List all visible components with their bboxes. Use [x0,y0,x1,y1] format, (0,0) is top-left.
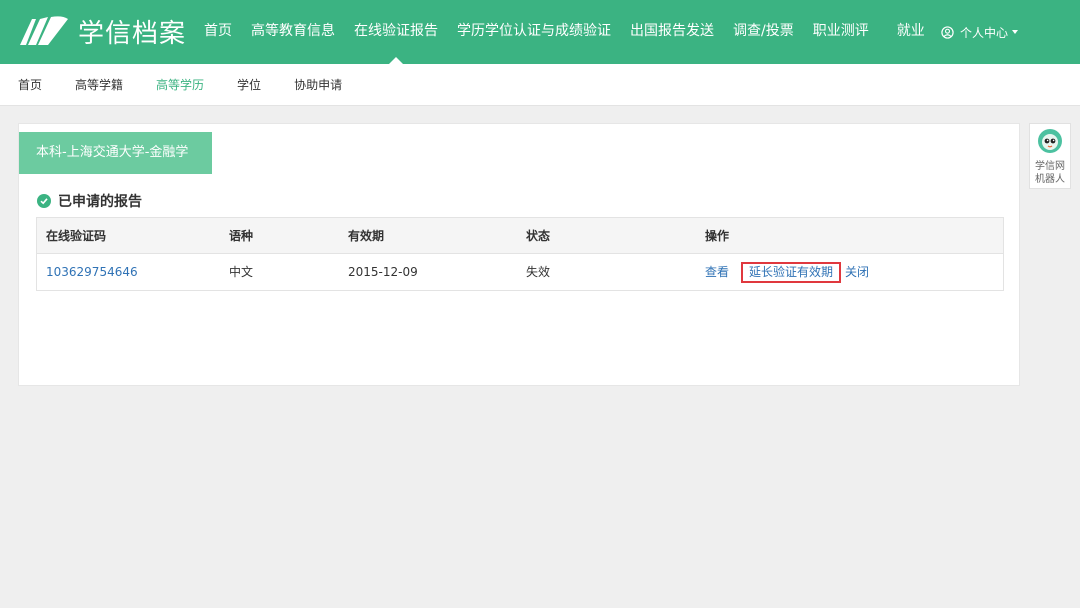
nav-item-survey-vote[interactable]: 调查/投票 [733,0,794,64]
language-cell: 中文 [229,265,254,279]
table-header-row: 在线验证码 语种 有效期 状态 操作 [37,218,1003,254]
user-center-menu[interactable]: 个人中心 [941,0,1019,64]
robot-icon [1038,129,1062,153]
column-header-actions: 操作 [705,229,730,243]
logo-book-icon [20,16,68,45]
section-title-text: 已申请的报告 [58,194,142,210]
verification-code-link[interactable]: 103629754646 [46,254,138,290]
actions-cell: 查看 延长验证有效期 关闭 [705,254,881,290]
report-table: 在线验证码 语种 有效期 状态 操作 103629754646 中文 2015-… [36,217,1004,291]
main-nav: 首页 高等教育信息 在线验证报告 学历学位认证与成绩验证 出国报告发送 调查/投… [204,0,944,64]
nav-item-home[interactable]: 首页 [204,0,232,64]
extend-validity-link[interactable]: 延长验证有效期 [741,261,842,283]
subnav-item-academic-degree[interactable]: 高等学历 [156,76,204,93]
validity-cell: 2015-12-09 [348,265,418,279]
top-navbar: 学信档案 首页 高等教育信息 在线验证报告 学历学位认证与成绩验证 出国报告发送… [0,0,1080,64]
column-header-status: 状态 [526,229,551,243]
chevron-down-icon [1012,30,1019,34]
nav-item-career-assessment[interactable]: 职业测评 [813,0,869,64]
nav-item-degree-certification[interactable]: 学历学位认证与成绩验证 [457,0,611,64]
column-header-code: 在线验证码 [46,229,107,243]
subnav-item-home[interactable]: 首页 [18,76,42,93]
subnav-item-degree[interactable]: 学位 [237,76,261,93]
site-logo[interactable]: 学信档案 [18,14,187,49]
section-title: 已申请的报告 [37,191,142,211]
user-center-label: 个人中心 [960,25,1009,40]
subnav-item-student-status[interactable]: 高等学籍 [75,76,123,93]
column-header-language: 语种 [229,229,254,243]
school-tab[interactable]: 本科-上海交通大学-金融学 [19,132,212,174]
view-link[interactable]: 查看 [705,254,729,290]
subnav-item-assist-apply[interactable]: 协助申请 [294,76,342,93]
sub-nav: 首页 高等学籍 高等学历 学位 协助申请 [0,64,1080,106]
close-link[interactable]: 关闭 [845,254,869,290]
report-card: 本科-上海交通大学-金融学 已申请的报告 在线验证码 语种 有效期 状态 操作 … [18,123,1020,386]
nav-item-online-verification-report[interactable]: 在线验证报告 [354,0,438,64]
robot-label-line2: 机器人 [1035,174,1065,185]
nav-item-employment[interactable]: 就业 [897,0,925,64]
check-circle-icon [37,194,51,208]
nav-item-overseas-report[interactable]: 出国报告发送 [630,0,714,64]
user-icon [941,25,954,39]
column-header-validity: 有效期 [348,229,385,243]
robot-assistant-button[interactable]: 学信网 机器人 [1029,123,1071,189]
nav-item-higher-education-info[interactable]: 高等教育信息 [251,0,335,64]
status-cell: 失效 [526,265,551,279]
robot-label-line1: 学信网 [1035,161,1065,172]
logo-text: 学信档案 [78,18,187,49]
table-row: 103629754646 中文 2015-12-09 失效 查看 延长验证有效期… [37,254,1003,290]
